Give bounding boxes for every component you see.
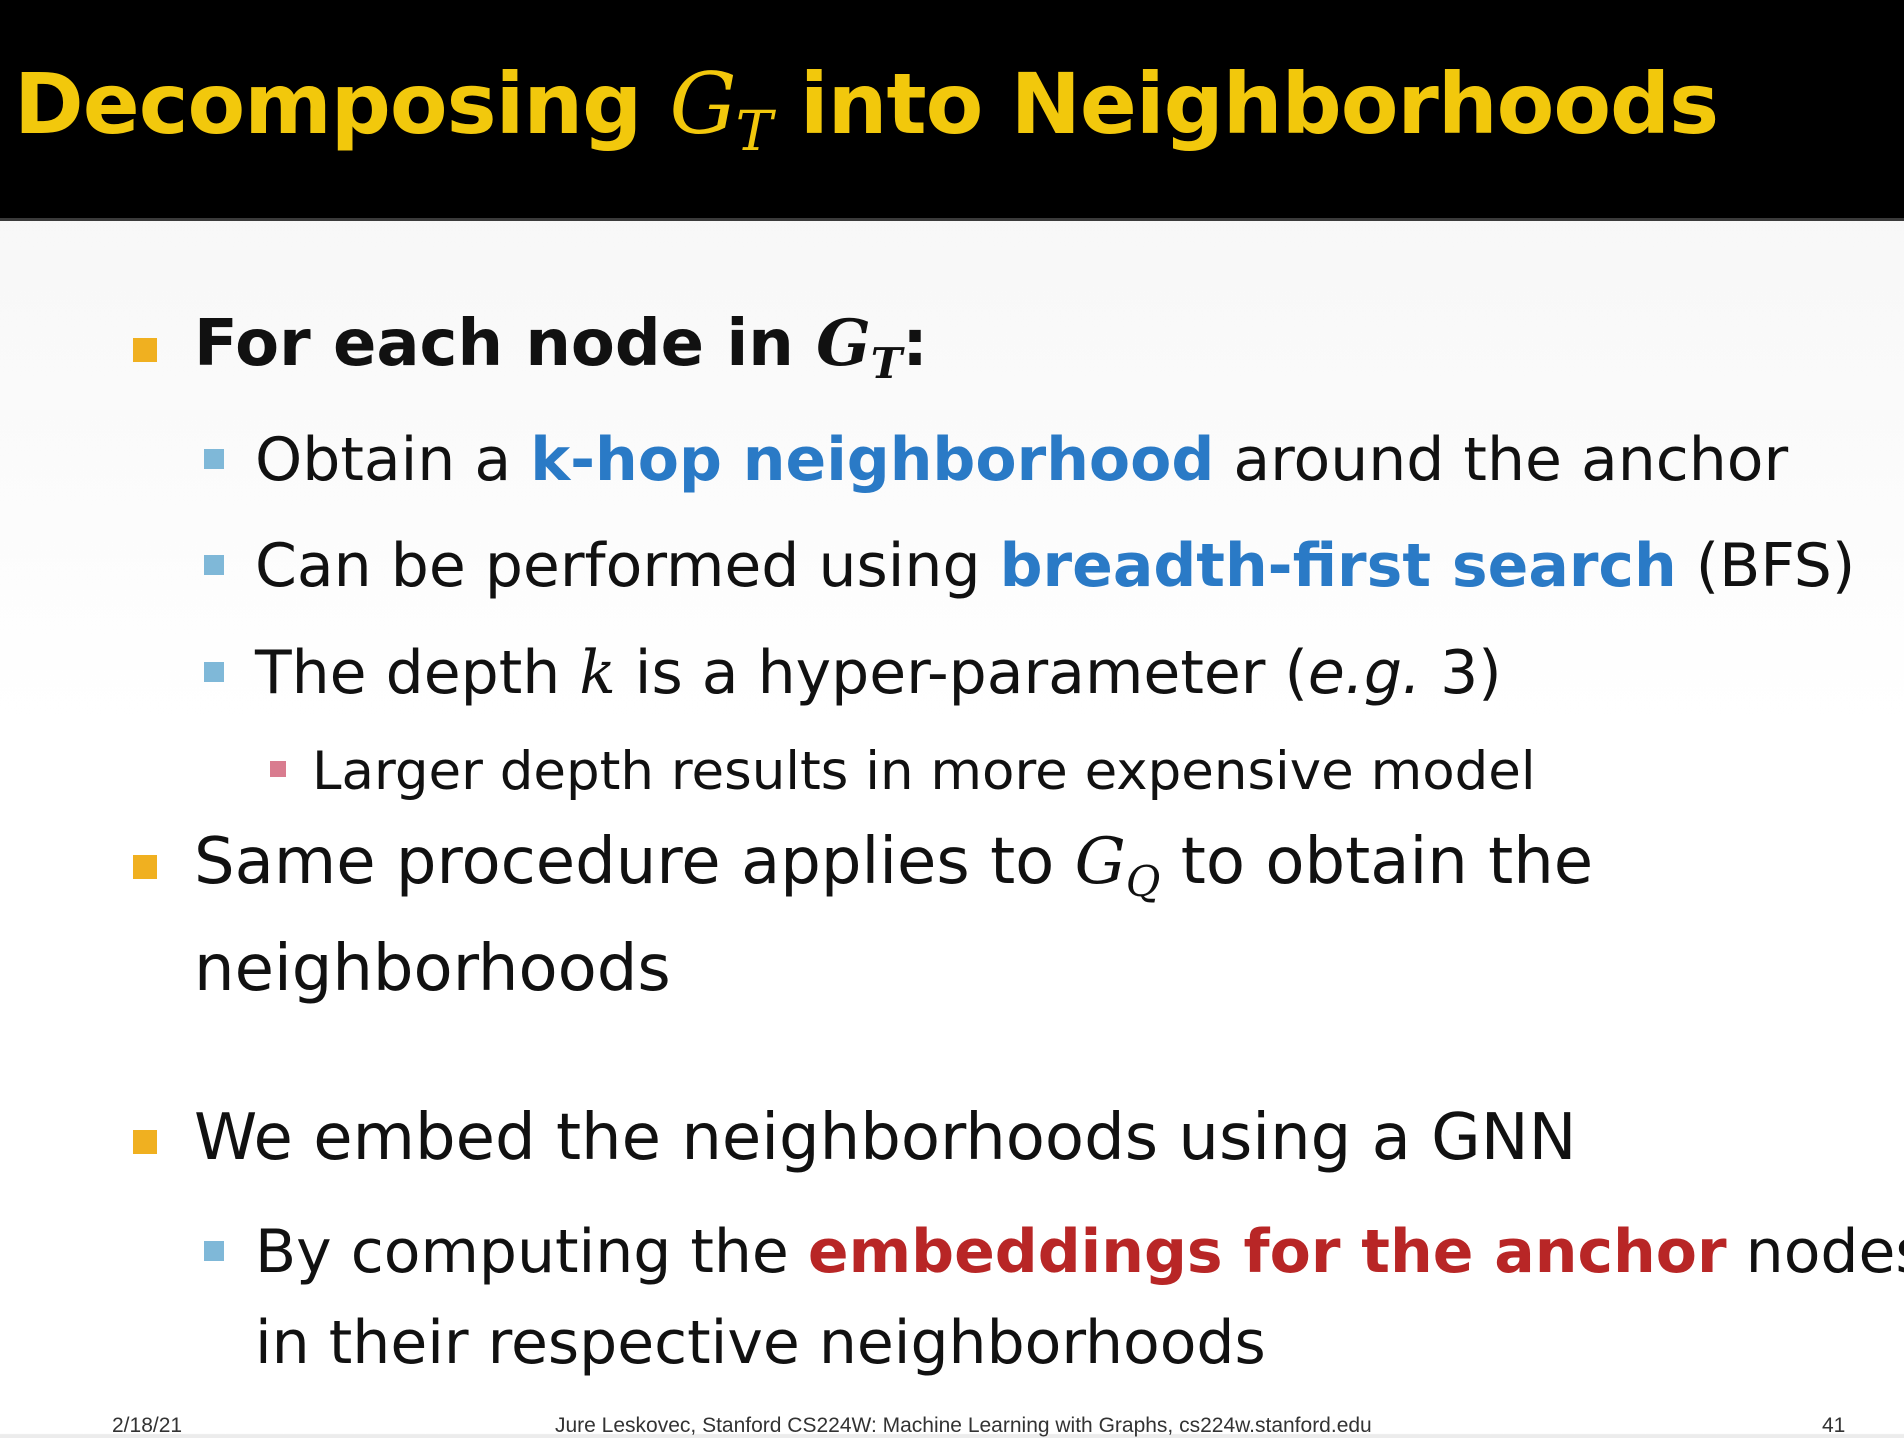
bullet-math: k bbox=[579, 638, 616, 708]
bullet-text: We embed the neighborhoods using a GNN bbox=[194, 1101, 1577, 1175]
bullet-text: Larger depth results in more expensive m… bbox=[312, 741, 1536, 802]
title-math-sub: T bbox=[735, 99, 773, 164]
bullet-text: Can be performed using bbox=[255, 531, 1000, 601]
title-prefix: Decomposing bbox=[14, 55, 670, 153]
bullet-square-icon bbox=[270, 761, 286, 777]
bullet-for-each-node: For each node in GT: bbox=[194, 312, 928, 384]
bullet-text: Same procedure applies to bbox=[194, 825, 1075, 899]
bullet-khop: Obtain a k-hop neighborhood around the a… bbox=[255, 430, 1788, 490]
bullet-square-icon bbox=[133, 855, 157, 879]
bullet-computing-embeddings: By computing the embeddings for the anch… bbox=[255, 1222, 1904, 1282]
bullet-square-icon bbox=[204, 449, 224, 469]
footer-credit: Jure Leskovec, Stanford CS224W: Machine … bbox=[555, 1414, 1372, 1437]
bullet-suffix: 3) bbox=[1421, 638, 1502, 708]
bullet-suffix: to obtain the bbox=[1160, 825, 1594, 899]
bullet-suffix: : bbox=[902, 307, 928, 381]
bullet-text: neighborhoods bbox=[194, 932, 671, 1006]
bullet-bfs: Can be performed using breadth-first sea… bbox=[255, 536, 1855, 596]
math-sub: T bbox=[870, 337, 903, 388]
bullet-square-icon bbox=[204, 555, 224, 575]
bullet-text: By computing the bbox=[255, 1217, 808, 1287]
bullet-square-icon bbox=[133, 1130, 157, 1154]
bullet-italic: e.g. bbox=[1307, 638, 1422, 708]
math-sub: Q bbox=[1125, 856, 1161, 906]
bullet-same-procedure-line2: neighborhoods bbox=[194, 937, 671, 1001]
math-main: G bbox=[1074, 825, 1126, 899]
bullet-text: For each node in bbox=[194, 307, 817, 381]
bullet-text: in their respective neighborhoods bbox=[255, 1308, 1266, 1378]
bullet-text: Obtain a bbox=[255, 425, 531, 495]
footer-date: 2/18/21 bbox=[112, 1414, 183, 1437]
bullet-square-icon bbox=[204, 662, 224, 682]
slide-title: Decomposing GT into Neighborhoods bbox=[14, 62, 1719, 159]
bullet-suffix: around the anchor bbox=[1214, 425, 1789, 495]
bullet-suffix: (BFS) bbox=[1676, 531, 1856, 601]
bullet-highlight: embeddings for the anchor bbox=[807, 1217, 1727, 1287]
title-suffix: into Neighborhoods bbox=[771, 55, 1719, 153]
bullet-depth: The depth k is a hyper-parameter (e.g. 3… bbox=[255, 643, 1502, 703]
bullet-math: GT bbox=[816, 306, 902, 384]
footer-page-number: 41 bbox=[1822, 1414, 1846, 1437]
bullet-middle: is a hyper-parameter ( bbox=[615, 638, 1308, 708]
bullet-highlight: k-hop neighborhood bbox=[530, 425, 1215, 495]
bullet-square-icon bbox=[133, 338, 157, 362]
bullet-larger-depth: Larger depth results in more expensive m… bbox=[312, 745, 1536, 798]
title-bar: Decomposing GT into Neighborhoods bbox=[0, 0, 1904, 221]
bullet-same-procedure: Same procedure applies to GQ to obtain t… bbox=[194, 830, 1593, 902]
bullet-embed-gnn: We embed the neighborhoods using a GNN bbox=[194, 1106, 1577, 1170]
bullet-highlight: breadth-first search bbox=[999, 531, 1677, 601]
bullet-computing-embeddings-line2: in their respective neighborhoods bbox=[255, 1313, 1266, 1373]
bullet-square-icon bbox=[204, 1241, 224, 1261]
math-main: G bbox=[816, 306, 871, 381]
title-math: GT bbox=[669, 55, 773, 159]
bullet-suffix: nodes bbox=[1745, 1217, 1904, 1287]
bullet-text: The depth bbox=[255, 638, 580, 708]
title-math-main: G bbox=[669, 55, 737, 153]
bullet-math: GQ bbox=[1074, 825, 1161, 902]
